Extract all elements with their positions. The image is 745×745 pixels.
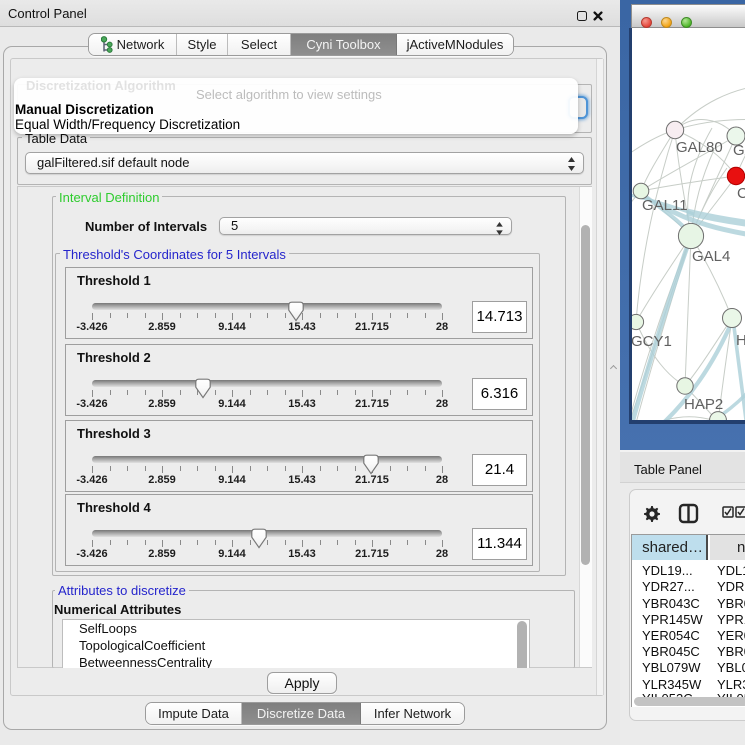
svg-text:GA: GA <box>733 142 745 159</box>
svg-text:GCY1: GCY1 <box>632 333 672 350</box>
svg-text:HAP2: HAP2 <box>684 396 723 413</box>
svg-text:GAL11: GAL11 <box>642 197 688 214</box>
svg-text:CA: CA <box>737 185 745 202</box>
svg-text:GAL4: GAL4 <box>692 248 730 265</box>
svg-text:HA: HA <box>736 332 745 349</box>
svg-text:GAL80: GAL80 <box>676 139 723 156</box>
